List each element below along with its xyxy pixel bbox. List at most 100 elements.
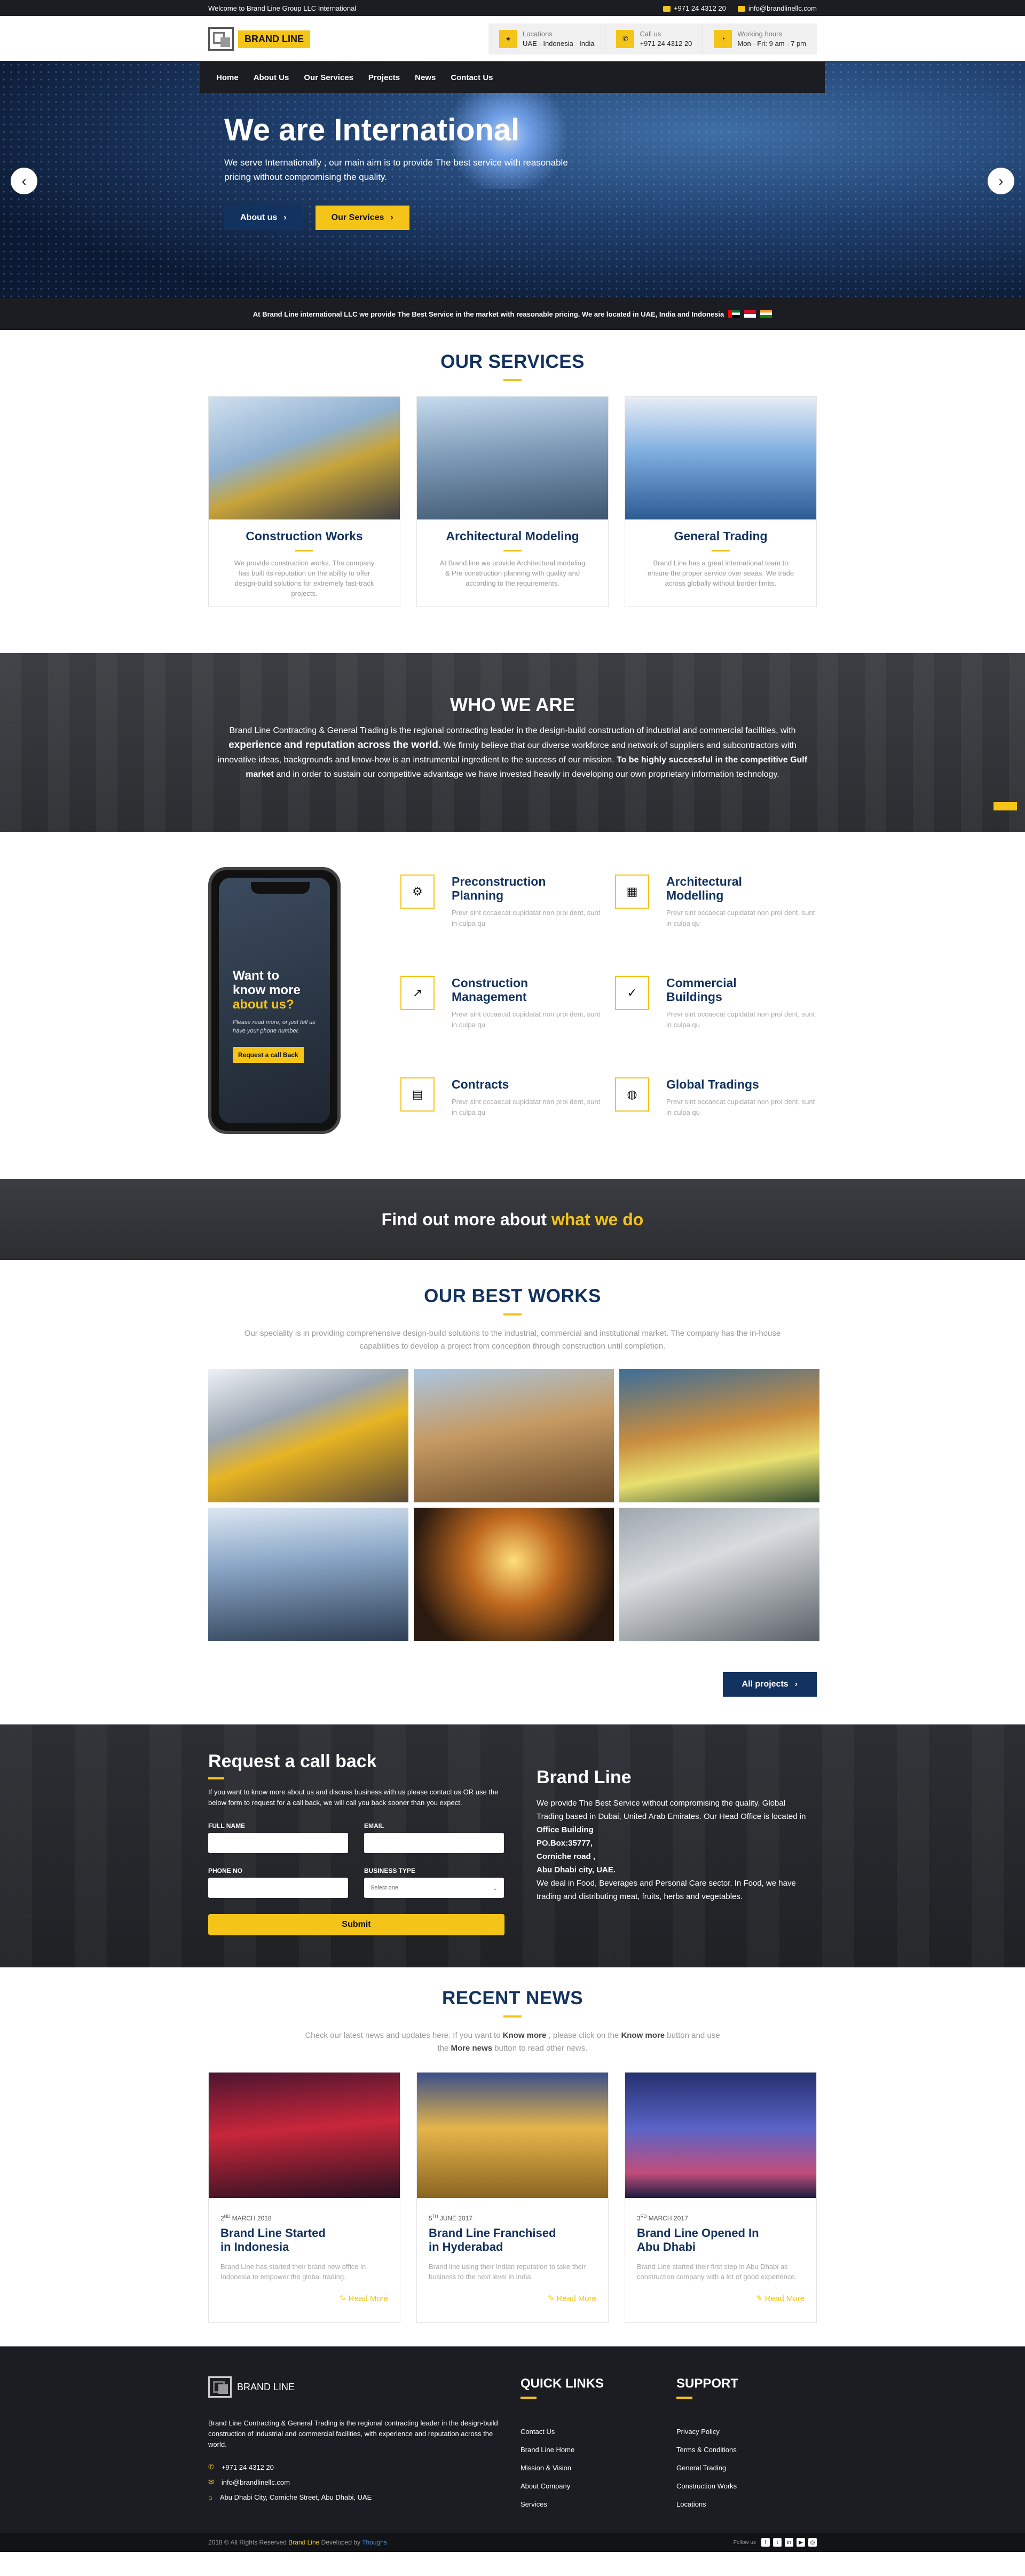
twitter-icon[interactable]: t bbox=[773, 2538, 782, 2547]
company-info: Brand Line We provide The Best Service w… bbox=[537, 1751, 814, 1935]
architecture-image bbox=[417, 397, 608, 519]
works-desc: Our speciality is in providing comprehen… bbox=[244, 1329, 781, 1351]
gallery-item[interactable] bbox=[414, 1508, 614, 1641]
news-card[interactable]: 5TH JUNE 2017 Brand Line Franchised in Hy… bbox=[416, 2072, 609, 2323]
phone-heading: Want to know more about us? bbox=[233, 968, 301, 1012]
org-chart-icon: ⚙ bbox=[400, 875, 435, 909]
features-section: Want to know more about us? Please read mo… bbox=[0, 832, 1025, 1179]
full-name-input[interactable] bbox=[208, 1833, 348, 1853]
footer-link[interactable]: Contact Us bbox=[521, 2428, 676, 2446]
footer-logo[interactable]: BRAND LINE bbox=[208, 2376, 510, 2398]
header-info: ⌖ Locations UAE - Indonesia - India ✆ Cal… bbox=[488, 23, 817, 54]
uae-flag-icon bbox=[728, 310, 740, 318]
read-more-link[interactable]: ✎ Read More bbox=[429, 2294, 596, 2303]
feature-commercial: ✓ Commercial Buildings Prevr sint occaecat… bbox=[615, 976, 818, 1030]
gallery-item[interactable] bbox=[208, 1508, 408, 1641]
read-more-link[interactable]: ✎ Read More bbox=[637, 2294, 805, 2303]
gallery-item[interactable] bbox=[619, 1508, 819, 1641]
hero-content: We are International We serve Internatio… bbox=[224, 112, 587, 230]
hero-title: We are International bbox=[224, 113, 520, 147]
copyright: 2018 © All Rights Reserved Brand Line De… bbox=[208, 2539, 387, 2546]
slider-next-button[interactable]: › bbox=[988, 168, 1014, 194]
service-card[interactable]: Architectural Modeling At Brand line we … bbox=[416, 396, 609, 607]
mail-icon bbox=[737, 5, 745, 12]
instagram-icon[interactable]: ◎ bbox=[808, 2538, 817, 2547]
submit-button[interactable]: Submit bbox=[208, 1914, 504, 1935]
scroll-tag[interactable] bbox=[994, 802, 1017, 810]
feature-global-tradings: ◍ Global Tradings Prevr sint occaecat cup… bbox=[615, 1077, 818, 1118]
indonesia-flag-icon bbox=[744, 310, 756, 318]
logo-mark-icon bbox=[208, 27, 234, 51]
info-hours: ◔ Working hours Mon - Fri: 9 am - 7 pm bbox=[703, 23, 817, 54]
gallery-item[interactable] bbox=[208, 1369, 408, 1502]
pencil-icon: ✎ bbox=[340, 2294, 349, 2303]
chevron-down-icon: ⌄ bbox=[492, 1885, 498, 1892]
works-gallery bbox=[208, 1369, 819, 1641]
best-works-section: OUR BEST WORKS Our speciality is in prov… bbox=[0, 1260, 1025, 1724]
read-more-link[interactable]: ✎ Read More bbox=[220, 2294, 388, 2303]
hero-text: We serve Internationally , our main aim … bbox=[224, 157, 568, 182]
footer-link[interactable]: Terms & Conditions bbox=[676, 2446, 817, 2464]
nav-contact[interactable]: Contact Us bbox=[451, 73, 493, 82]
phone-input[interactable] bbox=[208, 1878, 348, 1898]
recent-news-section: RECENT NEWS Check our latest news and up… bbox=[0, 1967, 1025, 2346]
chevron-right-icon: › bbox=[998, 172, 1004, 189]
business-type-select[interactable]: Select one ⌄ bbox=[364, 1878, 504, 1898]
our-services-button[interactable]: Our Services › bbox=[315, 206, 409, 230]
nav-projects[interactable]: Projects bbox=[368, 73, 400, 82]
info-locations: ⌖ Locations UAE - Indonesia - India bbox=[488, 23, 606, 54]
youtube-icon[interactable]: ▶ bbox=[797, 2538, 805, 2547]
nav-services[interactable]: Our Services bbox=[304, 73, 353, 82]
footer-link[interactable]: General Trading bbox=[676, 2464, 817, 2482]
news-card[interactable]: 2ND MARCH 2018 Brand Line Started in Indo… bbox=[208, 2072, 400, 2323]
trading-image bbox=[625, 397, 816, 519]
topbar-email[interactable]: info@brandlinellc.com bbox=[737, 4, 817, 12]
footer-link[interactable]: Mission & Vision bbox=[521, 2464, 676, 2482]
request-call-back-button[interactable]: Request a call Back bbox=[233, 1047, 304, 1063]
chevron-right-icon: › bbox=[794, 1680, 798, 1689]
quick-links: QUICK LINKS Contact Us Brand Line Home M… bbox=[521, 2376, 676, 2518]
feature-construction-management: ↗ Construction Management Prevr sint occae… bbox=[400, 976, 603, 1030]
news-card[interactable]: 3RD MARCH 2017 Brand Line Opened In Abu D… bbox=[625, 2072, 817, 2323]
gallery-item[interactable] bbox=[619, 1369, 819, 1502]
top-bar: Welcome to Brand Line Group LLC Internat… bbox=[0, 0, 1025, 16]
footer-link[interactable]: Privacy Policy bbox=[676, 2428, 817, 2446]
feature-contracts: ▤ Contracts Prevr sint occaecat cupidatat… bbox=[400, 1077, 603, 1118]
footer-link[interactable]: Brand Line Home bbox=[521, 2446, 676, 2464]
gallery-item[interactable] bbox=[414, 1369, 614, 1502]
pencil-icon: ✎ bbox=[756, 2294, 765, 2303]
nav-news[interactable]: News bbox=[415, 73, 436, 82]
logo-mark-icon bbox=[208, 2376, 232, 2398]
footer-link[interactable]: Locations bbox=[676, 2500, 817, 2518]
callback-section: Request a call back If you want to know … bbox=[0, 1724, 1025, 1967]
news-desc: Check our latest news and updates here. … bbox=[305, 2031, 720, 2053]
all-projects-button[interactable]: All projects › bbox=[722, 1672, 817, 1697]
blueprint-icon: ▦ bbox=[615, 875, 649, 909]
site-logo[interactable]: BRAND LINE bbox=[208, 27, 310, 51]
phone-icon: ✆ bbox=[208, 2463, 214, 2471]
feature-preconstruction: ⚙ Preconstruction Planning Prevr sint occa… bbox=[400, 875, 603, 929]
facebook-icon[interactable]: f bbox=[761, 2538, 770, 2547]
works-title: OUR BEST WORKS bbox=[424, 1286, 601, 1306]
nav-about[interactable]: About Us bbox=[254, 73, 289, 82]
about-us-button[interactable]: About us › bbox=[224, 206, 303, 230]
india-flag-icon bbox=[760, 310, 772, 318]
email-input[interactable] bbox=[364, 1833, 504, 1853]
site-footer: BRAND LINE Brand Line Contracting & Gene… bbox=[0, 2346, 1025, 2552]
footer-link[interactable]: Services bbox=[521, 2500, 676, 2518]
hero-slider: We are International We serve Internatio… bbox=[0, 61, 1025, 298]
who-title: WHO WE ARE bbox=[450, 695, 575, 715]
nav-home[interactable]: Home bbox=[216, 73, 239, 82]
service-card[interactable]: General Trading Brand Line has a great i… bbox=[625, 396, 817, 607]
footer-link[interactable]: About Company bbox=[521, 2482, 676, 2500]
chevron-left-icon: ‹ bbox=[21, 172, 27, 189]
news-image bbox=[209, 2073, 400, 2198]
slider-prev-button[interactable]: ‹ bbox=[11, 168, 37, 194]
topbar-phone[interactable]: +971 24 4312 20 bbox=[663, 4, 726, 12]
chevron-right-icon: › bbox=[283, 213, 287, 222]
welcome-text: Welcome to Brand Line Group LLC Internat… bbox=[208, 4, 357, 12]
linkedin-icon[interactable]: in bbox=[785, 2538, 793, 2547]
footer-link[interactable]: Construction Works bbox=[676, 2482, 817, 2500]
phone-icon bbox=[663, 5, 671, 12]
service-card[interactable]: Construction Works We provide constructi… bbox=[208, 396, 400, 607]
